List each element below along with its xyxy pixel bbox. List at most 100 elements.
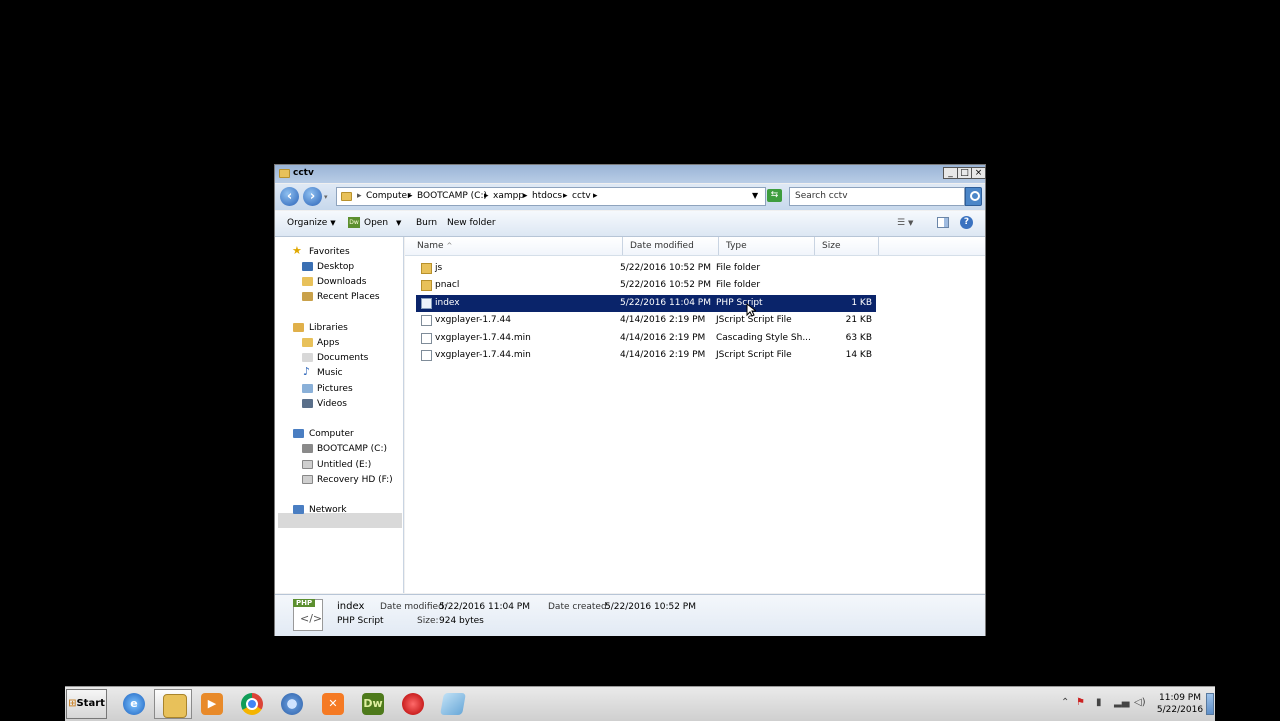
address-history-dropdown-icon[interactable]: ▼ [752,191,758,200]
mouse-cursor-icon [746,303,756,317]
taskbar-media-player[interactable]: ▶ [193,689,231,719]
file-list: Name ^ Date modified Type Size js 5/22/2… [405,237,985,593]
details-name: index [337,601,365,612]
file-size: 1 KB [851,298,872,308]
nav-item-untitled[interactable]: Untitled (E:) [317,460,371,470]
file-row-vxgplayer[interactable]: vxgplayer-1.7.44 4/14/2016 2:19 PM JScri… [416,312,876,329]
nav-libraries[interactable]: Libraries [309,323,348,333]
details-size-label: Size: [417,616,439,626]
nav-item-videos[interactable]: Videos [317,399,347,409]
media-player-icon: ▶ [201,693,223,715]
maximize-button[interactable]: □ [957,167,972,179]
breadcrumb-computer[interactable]: Computer [366,191,411,201]
action-center-icon[interactable]: ⚑ [1076,697,1085,708]
show-desktop-button[interactable] [1206,693,1214,715]
taskbar-chrome[interactable] [233,689,271,719]
file-size: 21 KB [845,315,872,325]
pictures-icon [302,384,313,393]
column-header-type[interactable]: Type [719,237,815,255]
refresh-icon[interactable]: ⇆ [767,189,782,202]
minimize-button[interactable]: _ [943,167,958,179]
organize-label: Organize [287,218,328,228]
php-file-large-icon: PHP </> [293,599,323,631]
breadcrumb-bootcamp[interactable]: BOOTCAMP (C:) [417,191,487,201]
breadcrumb-separator-icon[interactable]: ▸ [593,191,598,201]
close-button[interactable]: × [971,167,986,179]
file-row-vxgplayer-min-css[interactable]: vxgplayer-1.7.44.min 4/14/2016 2:19 PM C… [416,330,876,347]
column-header-row: Name ^ Date modified Type Size [405,237,985,256]
network-signal-icon[interactable]: ▂▄ [1114,697,1129,708]
file-row-index[interactable]: index 5/22/2016 11:04 PM PHP Script 1 KB [416,295,876,312]
file-date: 4/14/2016 2:19 PM [620,333,706,343]
breadcrumb-cctv[interactable]: cctv [572,191,591,201]
burn-button[interactable]: Burn [416,218,437,228]
file-size: 63 KB [845,333,872,343]
nav-network[interactable]: Network [309,505,347,515]
help-icon[interactable]: ? [960,216,973,229]
view-options-icon[interactable]: ☰ ▼ [897,218,913,228]
file-type: File folder [716,263,761,273]
start-label: Start [76,698,105,709]
show-hidden-icons-icon[interactable]: ⌃ [1061,697,1069,708]
file-row-js[interactable]: js 5/22/2016 10:52 PM File folder [416,260,876,277]
search-icon[interactable] [965,187,982,206]
taskbar-chromium[interactable] [273,689,311,719]
address-bar[interactable]: ▸ Computer ▸ BOOTCAMP (C:) ▸ xampp ▸ htd… [336,187,766,206]
file-row-pnacl[interactable]: pnacl 5/22/2016 10:52 PM File folder [416,277,876,294]
breadcrumb-xampp[interactable]: xampp [493,191,524,201]
breadcrumb-htdocs[interactable]: htdocs [532,191,562,201]
back-button[interactable]: ‹ [280,187,299,206]
title-bar[interactable]: cctv _ □ × [275,165,986,183]
details-date-created: 5/22/2016 10:52 PM [605,602,696,612]
column-name-label: Name [417,241,444,251]
navigation-pane: ★ Favorites Desktop Downloads Recent Pla… [275,237,404,593]
nav-item-bootcamp[interactable]: BOOTCAMP (C:) [317,444,387,454]
volume-icon[interactable]: ◁) [1134,697,1146,708]
preview-pane-icon[interactable] [937,217,949,228]
php-badge: PHP [293,599,316,607]
file-name: js [435,263,443,273]
details-date-modified: 5/22/2016 11:04 PM [439,602,530,612]
nav-favorites[interactable]: Favorites [309,247,350,257]
breadcrumb-separator-icon[interactable]: ▸ [563,191,568,201]
breadcrumb-separator-icon[interactable]: ▸ [523,191,528,201]
breadcrumb-separator-icon[interactable]: ▸ [408,191,413,201]
system-clock[interactable]: 11:09 PM 5/22/2016 [1155,692,1205,716]
sort-ascending-icon: ^ [446,242,453,250]
nav-item-recent-places[interactable]: Recent Places [317,292,380,302]
taskbar-dreamweaver[interactable]: Dw [354,689,392,719]
command-bar: Organize ▼ Dw Open ▼ Burn New folder ☰ ▼… [275,211,985,237]
breadcrumb-separator-icon[interactable]: ▸ [484,191,489,201]
chromium-icon [281,693,303,715]
search-input[interactable]: Search cctv [789,187,965,206]
nav-computer[interactable]: Computer [309,429,354,439]
chrome-icon [241,693,263,715]
column-header-name[interactable]: Name ^ [410,237,623,255]
new-folder-button[interactable]: New folder [447,218,496,228]
open-with-dropdown[interactable]: ▼ [396,218,401,228]
php-file-icon [421,298,432,309]
nav-item-recovery-hd[interactable]: Recovery HD (F:) [317,475,393,485]
taskbar-recorder[interactable] [394,689,432,719]
column-header-date[interactable]: Date modified [623,237,719,255]
nav-item-pictures[interactable]: Pictures [317,384,353,394]
taskbar-notes[interactable] [434,689,472,719]
recent-pages-chevron-icon[interactable]: ▾ [324,193,328,201]
start-button[interactable]: ⊞Start [66,689,107,719]
nav-item-apps[interactable]: Apps [317,338,339,348]
taskbar-internet-explorer[interactable]: e [115,689,153,719]
nav-item-desktop[interactable]: Desktop [317,262,354,272]
nav-item-downloads[interactable]: Downloads [317,277,366,287]
column-header-size[interactable]: Size [815,237,879,255]
taskbar-xampp[interactable]: ✕ [314,689,352,719]
folder-icon [279,169,290,178]
apps-icon [302,338,313,347]
organize-button[interactable]: Organize ▼ [287,218,336,228]
nav-item-music[interactable]: Music [317,368,343,378]
taskbar-windows-explorer[interactable] [154,689,192,719]
nav-item-documents[interactable]: Documents [317,353,368,363]
open-button[interactable]: Open [364,218,388,228]
file-row-vxgplayer-min-js[interactable]: vxgplayer-1.7.44.min 4/14/2016 2:19 PM J… [416,347,876,364]
battery-icon[interactable]: ▮ [1096,697,1102,708]
forward-button[interactable]: › [303,187,322,206]
